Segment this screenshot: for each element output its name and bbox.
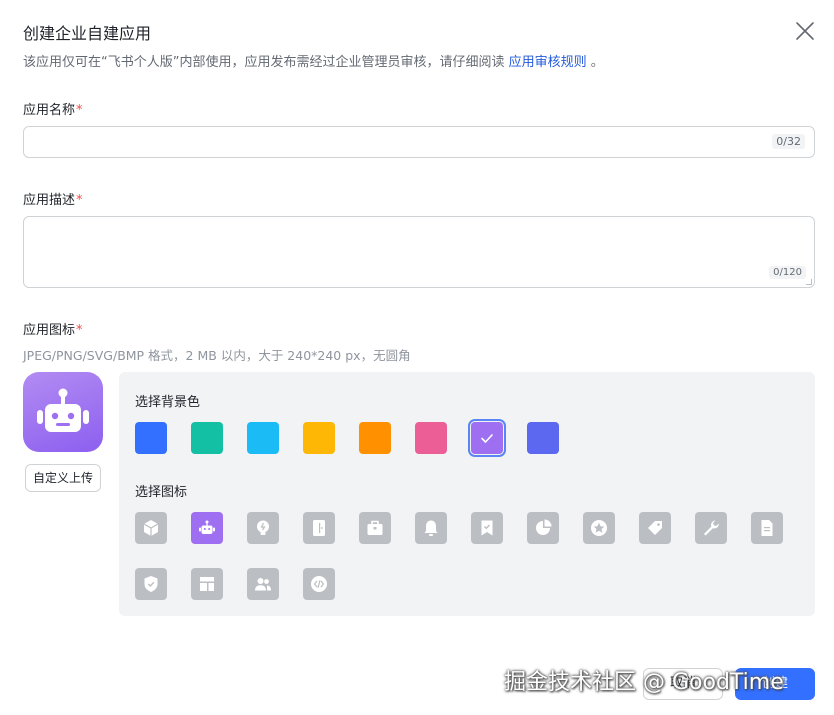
icon-option-bookmark[interactable] <box>471 512 503 544</box>
required-mark: * <box>76 103 83 118</box>
app-description-textarea[interactable]: 0/120 <box>23 216 815 288</box>
app-icon-label-text: 应用图标 <box>23 323 76 338</box>
icon-preview <box>23 372 103 452</box>
icon-option-users[interactable] <box>247 568 279 600</box>
subtitle-text: 该应用仅可在“飞书个人版”内部使用，应用发布需经过企业管理员审核，请仔细阅读 <box>23 55 505 70</box>
color-swatch-blue[interactable] <box>135 422 167 454</box>
required-mark: * <box>76 323 83 338</box>
bell-icon <box>424 520 438 536</box>
close-icon[interactable] <box>794 20 816 42</box>
icon-picker-panel: 选择背景色 选择图标 <box>119 372 815 616</box>
color-swatch-indigo[interactable] <box>527 422 559 454</box>
app-description-label-text: 应用描述 <box>23 193 76 208</box>
star-badge-icon <box>591 520 607 536</box>
color-swatch-purple[interactable] <box>468 419 506 457</box>
users-icon <box>255 578 271 591</box>
dialog-subtitle: 该应用仅可在“飞书个人版”内部使用，应用发布需经过企业管理员审核，请仔细阅读 应… <box>23 51 604 70</box>
color-swatch-teal[interactable] <box>191 422 223 454</box>
color-swatch-pink[interactable] <box>415 422 447 454</box>
icon-option-bell[interactable] <box>415 512 447 544</box>
door-icon <box>313 520 325 536</box>
app-description-label: 应用描述* <box>23 189 83 208</box>
custom-upload-button[interactable]: 自定义上传 <box>25 464 101 492</box>
icon-option-door[interactable] <box>303 512 335 544</box>
icon-option-lightbulb[interactable] <box>247 512 279 544</box>
toolbox-icon <box>367 520 383 535</box>
icon-option-star[interactable] <box>583 512 615 544</box>
color-swatch-cyan[interactable] <box>247 422 279 454</box>
icon-option-cube[interactable] <box>135 512 167 544</box>
wrench-icon <box>704 520 719 536</box>
app-name-counter: 0/32 <box>772 134 805 149</box>
icon-option-shield[interactable] <box>135 568 167 600</box>
check-icon <box>481 434 493 443</box>
color-swatch-orange[interactable] <box>359 422 391 454</box>
color-swatch-yellow[interactable] <box>303 422 335 454</box>
icon-option-pie-chart[interactable] <box>527 512 559 544</box>
app-description-counter: 0/120 <box>769 266 806 279</box>
cube-icon <box>143 520 159 536</box>
icon-option-document[interactable] <box>751 512 783 544</box>
app-name-input[interactable]: 0/32 <box>23 126 815 158</box>
icon-option-robot[interactable] <box>191 512 223 544</box>
icon-select-title: 选择图标 <box>135 485 188 500</box>
bg-color-title: 选择背景色 <box>135 395 201 410</box>
review-rules-link[interactable]: 应用审核规则 <box>509 55 587 70</box>
app-name-label: 应用名称* <box>23 99 83 118</box>
pie-chart-icon <box>536 519 552 535</box>
dialog-title: 创建企业自建应用 <box>23 24 152 43</box>
icon-option-code[interactable] <box>303 568 335 600</box>
icon-option-tag[interactable] <box>639 512 671 544</box>
icon-option-layout[interactable] <box>191 568 223 600</box>
icon-format-hint: JPEG/PNG/SVG/BMP 格式，2 MB 以内，大于 240*240 p… <box>23 348 411 363</box>
lightbulb-icon <box>257 520 269 535</box>
subtitle-suffix: 。 <box>590 55 604 70</box>
layout-icon <box>200 577 214 591</box>
required-mark: * <box>76 193 83 208</box>
icon-option-wrench[interactable] <box>695 512 727 544</box>
app-icon-label: 应用图标* <box>23 319 83 338</box>
robot-icon <box>199 520 215 534</box>
resize-handle[interactable] <box>806 279 812 285</box>
code-icon <box>311 576 327 592</box>
document-icon <box>761 520 773 536</box>
shield-check-icon <box>144 576 158 592</box>
app-name-label-text: 应用名称 <box>23 103 76 118</box>
icon-option-toolbox[interactable] <box>359 512 391 544</box>
robot-icon <box>37 388 89 432</box>
watermark: 掘金技术社区 @ GoodTime <box>504 670 784 695</box>
tag-icon <box>648 521 662 535</box>
create-app-dialog: 创建企业自建应用 该应用仅可在“飞书个人版”内部使用，应用发布需经过企业管理员审… <box>0 0 834 715</box>
bookmark-check-icon <box>481 520 493 536</box>
